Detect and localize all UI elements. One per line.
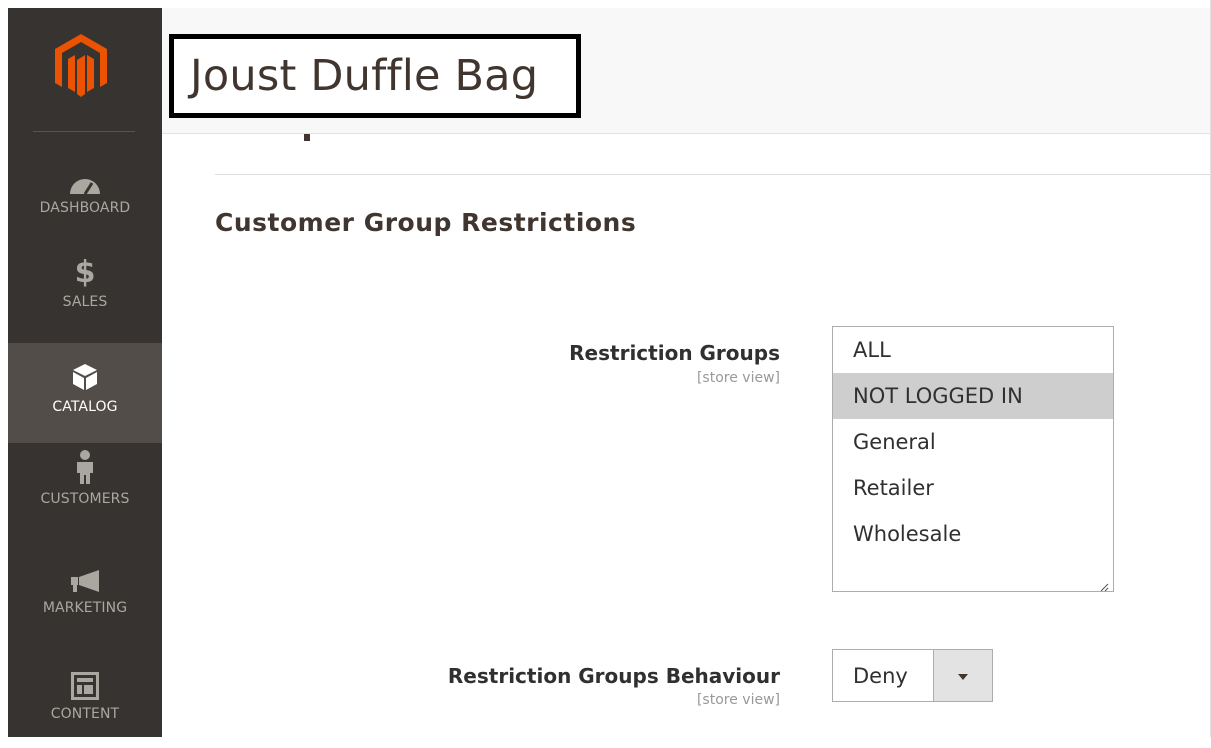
restriction-group-option[interactable]: ALL <box>833 327 1113 373</box>
logo-divider <box>33 131 135 132</box>
restriction-groups-multiselect[interactable]: ALL NOT LOGGED IN General Retailer Whole… <box>832 326 1114 592</box>
restriction-behaviour-scope: [store view] <box>696 692 780 708</box>
triangle-down-icon <box>957 666 969 685</box>
clipped-text-fragment <box>304 134 310 141</box>
dropdown-toggle-button[interactable] <box>933 650 992 701</box>
nav-label-content: CONTENT <box>50 706 120 722</box>
nav-item-sales[interactable]: $ SALES <box>8 248 162 348</box>
megaphone-icon <box>69 564 101 594</box>
restriction-groups-scope: [store view] <box>696 370 780 386</box>
section-divider <box>215 174 1211 175</box>
restriction-behaviour-select[interactable]: Deny <box>832 649 993 702</box>
nav-label-dashboard: DASHBOARD <box>39 200 131 216</box>
nav-label-customers: CUSTOMERS <box>40 491 130 507</box>
resize-handle-icon[interactable] <box>1099 577 1109 592</box>
restriction-behaviour-value: Deny <box>853 663 908 688</box>
magento-logo-icon[interactable] <box>51 32 111 102</box>
person-icon <box>74 450 96 485</box>
page-title-box: Joust Duffle Bag <box>169 34 581 118</box>
nav-item-customers[interactable]: CUSTOMERS <box>8 443 162 543</box>
restriction-group-option[interactable]: General <box>833 419 1113 465</box>
admin-sidebar: DASHBOARD $ SALES CATALOG CUSTOMERS MARK… <box>0 0 162 737</box>
dollar-icon: $ <box>74 255 96 290</box>
restriction-group-option[interactable]: Wholesale <box>833 511 1113 557</box>
section-title: Customer Group Restrictions <box>215 208 637 237</box>
restriction-behaviour-label: Restriction Groups Behaviour <box>447 664 780 688</box>
cube-icon <box>72 361 98 391</box>
layout-icon <box>71 670 99 700</box>
restriction-group-option[interactable]: NOT LOGGED IN <box>833 373 1113 419</box>
nav-item-marketing[interactable]: MARKETING <box>8 548 162 648</box>
nav-item-content[interactable]: CONTENT <box>8 648 162 748</box>
nav-label-sales: SALES <box>62 294 108 310</box>
dashboard-gauge-icon <box>68 166 102 196</box>
nav-item-dashboard[interactable]: DASHBOARD <box>8 148 162 248</box>
nav-item-catalog[interactable]: CATALOG <box>8 343 162 443</box>
nav-label-catalog: CATALOG <box>52 399 118 415</box>
page-title: Joust Duffle Bag <box>190 51 539 101</box>
restriction-groups-label: Restriction Groups <box>569 341 780 365</box>
restriction-group-option[interactable]: Retailer <box>833 465 1113 511</box>
nav-label-marketing: MARKETING <box>42 600 128 616</box>
